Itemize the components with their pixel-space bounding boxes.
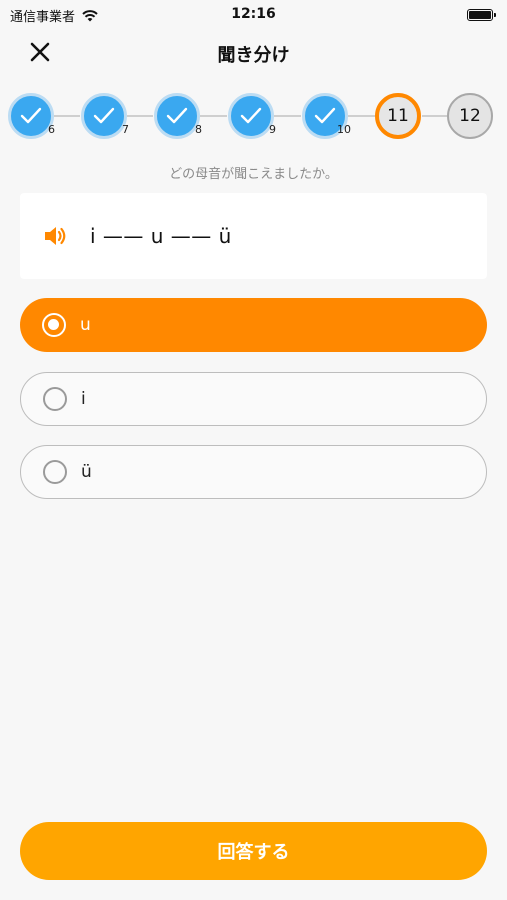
status-time: 12:16 xyxy=(231,6,276,22)
prompt-text: i —— u —— ü xyxy=(90,224,232,248)
step-12: 12 xyxy=(447,93,493,139)
submit-button[interactable]: 回答する xyxy=(20,822,487,880)
nav-bar: 聞き分け xyxy=(0,30,507,74)
option-i[interactable]: i xyxy=(20,372,487,426)
progress-stepper: 6 7 8 9 10 11 12 xyxy=(0,93,507,143)
check-icon xyxy=(314,107,336,124)
prompt-card: i —— u —— ü xyxy=(20,193,487,279)
option-label: ü xyxy=(81,462,92,482)
step-label: 10 xyxy=(337,123,351,136)
radio-selected-icon xyxy=(42,313,66,337)
step-label: 9 xyxy=(269,123,276,136)
step-9 xyxy=(228,93,274,139)
step-11: 11 xyxy=(375,93,421,139)
step-7 xyxy=(81,93,127,139)
check-icon xyxy=(240,107,262,124)
speaker-icon[interactable] xyxy=(42,223,68,249)
status-bar: 通信事業者 12:16 xyxy=(0,0,507,30)
step-label: 8 xyxy=(195,123,202,136)
option-label: i xyxy=(81,389,86,409)
step-label: 6 xyxy=(48,123,55,136)
page-title: 聞き分け xyxy=(217,45,290,66)
option-label: u xyxy=(80,315,91,335)
radio-icon xyxy=(43,460,67,484)
radio-icon xyxy=(43,387,67,411)
option-u-umlaut[interactable]: ü xyxy=(20,445,487,499)
option-u[interactable]: u xyxy=(20,298,487,352)
check-icon xyxy=(20,107,42,124)
check-icon xyxy=(93,107,115,124)
step-label: 7 xyxy=(122,123,129,136)
battery-icon xyxy=(467,9,496,21)
question-text: どの母音が聞こえましたか。 xyxy=(169,167,338,182)
step-8 xyxy=(154,93,200,139)
check-icon xyxy=(166,107,188,124)
